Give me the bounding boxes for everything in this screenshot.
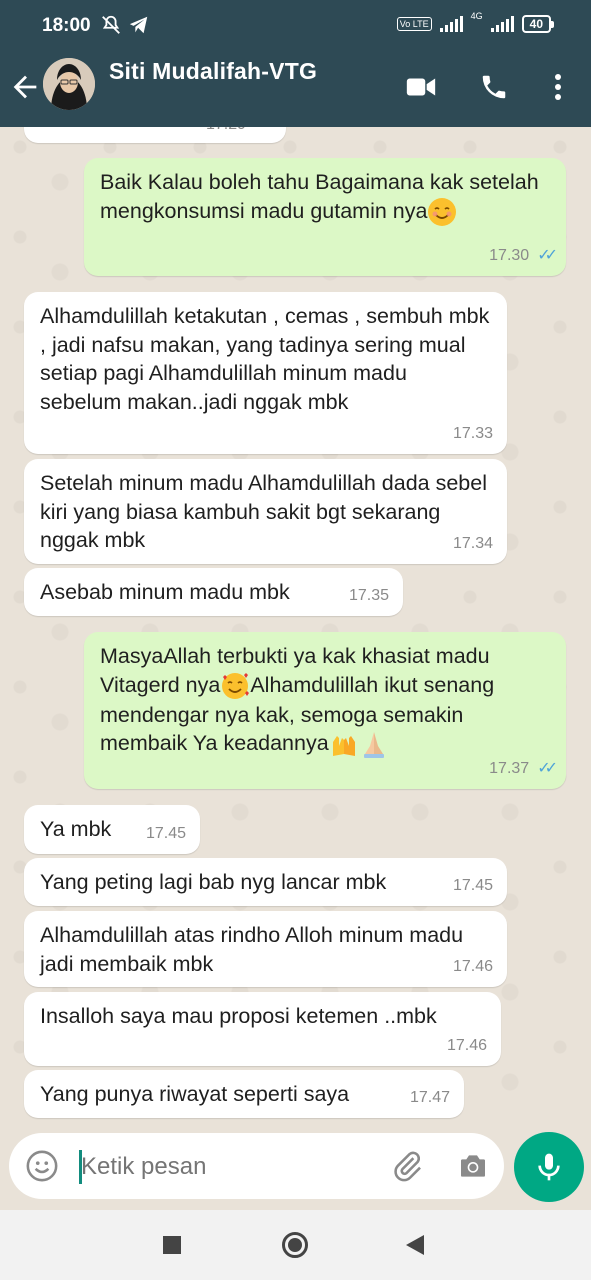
message-time: 17.34 — [452, 534, 493, 552]
volte-badge: Vo LTE — [396, 17, 432, 31]
raising-hands-icon — [329, 730, 359, 760]
message-list[interactable]: 17.29 Baik Kalau boleh tahu Bagaimana ka… — [0, 127, 591, 1122]
composer-pill — [9, 1133, 504, 1199]
status-bar: 18:00 Vo LTE 4G 40 — [0, 0, 591, 52]
nav-back-button[interactable] — [406, 1235, 424, 1255]
network-type: 4G — [470, 11, 483, 21]
message-bubble-incoming[interactable]: Insalloh saya mau proposi ketemen ..mbk … — [24, 992, 501, 1066]
status-time: 18:00 — [42, 15, 91, 36]
camera-icon[interactable] — [456, 1150, 490, 1187]
message-text: Yang peting lagi bab nyg lancar mbk — [40, 870, 387, 894]
message-input[interactable] — [81, 1150, 381, 1184]
message-text: Ya mbk — [40, 817, 112, 841]
message-bubble-outgoing[interactable]: Baik Kalau boleh tahu Bagaimana kak sete… — [84, 158, 566, 276]
message-bubble-incoming[interactable]: Ya mbk 17.45 — [24, 805, 200, 854]
system-nav-bar — [0, 1210, 591, 1280]
message-time: 17.46 — [446, 1036, 487, 1054]
message-text: Setelah minum madu Alhamdulillah dada se… — [40, 471, 487, 552]
more-options-icon[interactable] — [540, 69, 576, 105]
avatar[interactable] — [43, 58, 95, 110]
message-time: 17.33 — [452, 424, 493, 442]
voice-call-icon[interactable] — [476, 69, 512, 105]
microphone-icon — [538, 1153, 560, 1181]
signal-icon-2 — [490, 16, 514, 32]
message-text: Alhamdulillah ketakutan , cemas , sembuh… — [40, 304, 490, 414]
video-call-icon[interactable] — [403, 69, 439, 105]
status-system-icons: Vo LTE 4G 40 — [396, 11, 555, 33]
smiling-face-icon — [427, 197, 457, 227]
emoji-icon[interactable] — [25, 1149, 59, 1188]
contact-name[interactable]: Siti Mudalifah-VTG — [109, 58, 317, 85]
folded-hands-icon — [359, 730, 389, 760]
message-time: 17.35 — [348, 586, 389, 604]
status-notification-icons — [100, 14, 150, 36]
mute-icon — [102, 15, 120, 34]
message-time: 17.45 — [452, 876, 493, 894]
message-text: Alhamdulillah atas rindho Alloh minum ma… — [40, 923, 464, 976]
composer-bar — [0, 1122, 591, 1210]
message-bubble-incoming[interactable]: Alhamdulillah ketakutan , cemas , sembuh… — [24, 292, 507, 454]
signal-icon — [439, 16, 463, 32]
message-bubble-incoming[interactable]: Alhamdulillah atas rindho Alloh minum ma… — [24, 911, 507, 987]
message-time: 17.47 — [409, 1088, 450, 1106]
telegram-icon — [129, 16, 148, 34]
message-text: Insalloh saya mau proposi ketemen ..mbk — [40, 1004, 437, 1028]
message-time: 17.45 — [145, 824, 186, 842]
message-bubble-outgoing[interactable]: MasyaAllah terbukti ya kak khasiat madu … — [84, 632, 566, 789]
message-time: 17.30 — [489, 246, 530, 264]
back-arrow-icon[interactable] — [8, 70, 42, 104]
message-meta: 17.37 ✓✓ — [489, 755, 558, 784]
message-meta: 17.30 ✓✓ — [489, 242, 558, 271]
message-bubble-incoming[interactable]: 17.29 — [24, 127, 286, 143]
attach-icon[interactable] — [390, 1149, 424, 1188]
smiling-face-with-hearts-icon — [220, 671, 250, 701]
message-time: 17.29 — [206, 127, 246, 139]
message-time: 17.46 — [452, 957, 493, 975]
message-text: Baik Kalau boleh tahu Bagaimana kak sete… — [100, 170, 539, 223]
recents-button[interactable] — [163, 1236, 181, 1254]
message-bubble-incoming[interactable]: Yang punya riwayat seperti saya 17.47 — [24, 1070, 464, 1118]
home-button[interactable] — [282, 1232, 308, 1258]
message-text: Asebab minum madu mbk — [40, 580, 290, 604]
message-bubble-incoming[interactable]: Setelah minum madu Alhamdulillah dada se… — [24, 459, 507, 564]
message-bubble-incoming[interactable]: Yang peting lagi bab nyg lancar mbk 17.4… — [24, 858, 507, 906]
message-time: 17.37 — [489, 759, 530, 777]
battery-icon: 40 — [521, 15, 555, 33]
mic-button[interactable] — [514, 1132, 584, 1202]
read-ticks-icon: ✓✓ — [537, 246, 558, 264]
read-ticks-icon: ✓✓ — [537, 759, 558, 777]
message-bubble-incoming[interactable]: Asebab minum madu mbk 17.35 — [24, 568, 403, 616]
chat-header: Siti Mudalifah-VTG — [0, 52, 591, 127]
message-text: Yang punya riwayat seperti saya — [40, 1082, 350, 1106]
